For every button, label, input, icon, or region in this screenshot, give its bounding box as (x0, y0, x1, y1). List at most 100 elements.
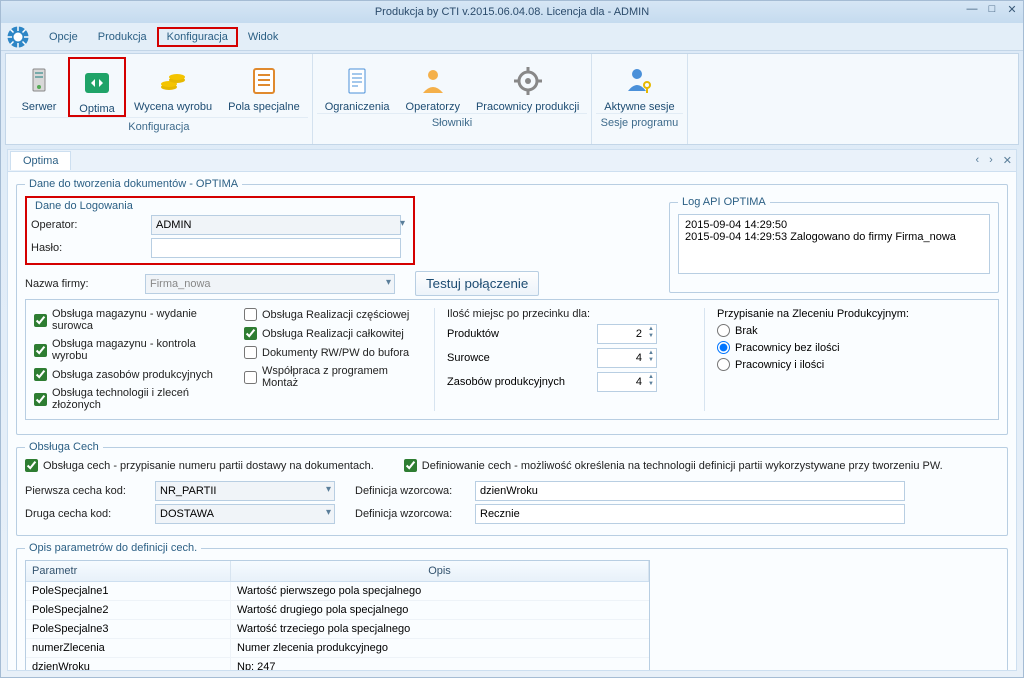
ribbon-pracownicy[interactable]: Pracownicy produkcji (468, 57, 587, 113)
chk-definiowanie-cech[interactable]: Definiowanie cech - możliwość określenia… (404, 459, 943, 472)
chk-magazyn-kontrola[interactable]: Obsługa magazynu - kontrola wyrobu (34, 338, 234, 362)
optima-icon (78, 63, 116, 103)
window-title: Produkcja by CTI v.2015.06.04.08. Licenc… (375, 6, 649, 18)
maximize-icon[interactable]: □ (985, 3, 999, 16)
ribbon-ograniczenia-label: Ograniczenia (325, 101, 390, 113)
app-logo-icon (3, 24, 33, 50)
titlebar: Produkcja by CTI v.2015.06.04.08. Licenc… (1, 1, 1023, 23)
table-header-opis: Opis (231, 561, 649, 581)
assign-header: Przypisanie na Zleceniu Produkcyjnym: (717, 308, 990, 320)
chk-obsluga-cech[interactable]: Obsługa cech - przypisanie numeru partii… (25, 459, 374, 472)
cell-opis: Wartość pierwszego pola specjalnego (231, 582, 649, 600)
menu-produkcja[interactable]: Produkcja (88, 27, 157, 47)
group-opis-parametrow-label: Opis parametrów do definicji cech. (25, 542, 201, 554)
menu-opcje[interactable]: Opcje (39, 27, 88, 47)
produktow-spinner[interactable]: 2 (597, 324, 657, 344)
coins-icon (134, 61, 212, 101)
ribbon-group-sesje-label: Sesje programu (596, 113, 682, 131)
nazwa-firmy-select[interactable] (145, 274, 395, 294)
cell-opis: Wartość trzeciego pola specjalnego (231, 620, 649, 638)
tab-prev-icon[interactable]: ‹ (975, 154, 979, 167)
cell-parametr: PoleSpecjalne1 (26, 582, 231, 600)
zasobow-spinner[interactable]: 4 (597, 372, 657, 392)
ribbon-group-slowniki-label: Słowniki (317, 113, 588, 131)
table-row[interactable]: dzienWrokuNp: 247 (26, 658, 649, 671)
chk-magazyn-wydanie[interactable]: Obsługa magazynu - wydanie surowca (34, 308, 234, 332)
group-opis-parametrow: Opis parametrów do definicji cech. Param… (16, 542, 1008, 671)
ribbon-serwer[interactable]: Serwer (10, 57, 68, 117)
tab-optima[interactable]: Optima (10, 151, 71, 170)
chk-realizacja-calk[interactable]: Obsługa Realizacji całkowitej (244, 327, 424, 340)
chk-zasoby[interactable]: Obsługa zasobów produkcyjnych (34, 368, 234, 381)
zasobow-label: Zasobów produkcyjnych (447, 376, 597, 388)
definicja1-input[interactable] (475, 481, 905, 501)
operator-label: Operator: (31, 219, 151, 231)
druga-cecha-label: Druga cecha kod: (25, 508, 155, 520)
table-row[interactable]: numerZleceniaNumer zlecenia produkcyjneg… (26, 639, 649, 658)
cell-parametr: PoleSpecjalne2 (26, 601, 231, 619)
chk-wspolpraca-montaz[interactable]: Współpraca z programem Montaż (244, 365, 424, 389)
table-row[interactable]: PoleSpecjalne1Wartość pierwszego pola sp… (26, 582, 649, 601)
nazwa-firmy-label: Nazwa firmy: (25, 278, 145, 290)
ribbon-wycena[interactable]: Wycena wyrobu (126, 57, 220, 117)
ribbon-operatorzy[interactable]: Operatorzy (398, 57, 468, 113)
content-area: Dane do tworzenia dokumentów - OPTIMA Da… (7, 171, 1017, 671)
ribbon-pracownicy-label: Pracownicy produkcji (476, 101, 579, 113)
cell-parametr: numerZlecenia (26, 639, 231, 657)
test-connection-button[interactable]: Testuj połączenie (415, 271, 539, 296)
ribbon-ograniczenia[interactable]: Ograniczenia (317, 57, 398, 113)
document-icon (325, 61, 390, 101)
produktow-label: Produktów (447, 328, 597, 340)
operator-select[interactable] (151, 215, 401, 235)
person-key-icon (604, 61, 674, 101)
person-icon (406, 61, 460, 101)
ribbon-aktywne-label: Aktywne sesje (604, 101, 674, 113)
surowce-label: Surowce (447, 352, 597, 364)
surowce-spinner[interactable]: 4 (597, 348, 657, 368)
ribbon-aktywne-sesje[interactable]: Aktywne sesje (596, 57, 682, 113)
group-dane-logowania-label: Dane do Logowania (31, 200, 137, 212)
tabstrip: Optima ‹ › ✕ (7, 149, 1017, 171)
ribbon-pola-label: Pola specjalne (228, 101, 300, 113)
chk-dokumenty-rwpw[interactable]: Dokumenty RW/PW do bufora (244, 346, 424, 359)
table-header-parametr: Parametr (26, 561, 231, 581)
cell-parametr: PoleSpecjalne3 (26, 620, 231, 638)
cell-opis: Np: 247 (231, 658, 649, 671)
ribbon-wycena-label: Wycena wyrobu (134, 101, 212, 113)
group-log-api: Log API OPTIMA 2015-09-04 14:29:50 2015-… (669, 196, 999, 293)
chevron-down-icon[interactable]: ▾ (386, 277, 391, 288)
ribbon-optima-label: Optima (78, 103, 116, 115)
radio-prac-ilosci[interactable]: Pracownicy i ilości (717, 358, 990, 371)
ilosc-header: Ilość miejsc po przecinku dla: (447, 308, 694, 320)
ribbon-group-konfiguracja-label: Konfiguracja (10, 117, 308, 135)
chevron-down-icon[interactable]: ▾ (326, 507, 331, 518)
log-api-text: 2015-09-04 14:29:50 2015-09-04 14:29:53 … (678, 214, 990, 274)
table-row[interactable]: PoleSpecjalne3Wartość trzeciego pola spe… (26, 620, 649, 639)
radio-brak[interactable]: Brak (717, 324, 990, 337)
table-row[interactable]: PoleSpecjalne2Wartość drugiego pola spec… (26, 601, 649, 620)
chevron-down-icon[interactable]: ▾ (326, 484, 331, 495)
menu-konfiguracja[interactable]: Konfiguracja (157, 27, 238, 47)
tab-close-icon[interactable]: ✕ (1003, 154, 1012, 167)
ribbon-pola[interactable]: Pola specjalne (220, 57, 308, 117)
druga-cecha-select[interactable] (155, 504, 335, 524)
tab-next-icon[interactable]: › (989, 154, 993, 167)
group-obsluga-cech-label: Obsługa Cech (25, 441, 103, 453)
haslo-label: Hasło: (31, 242, 151, 254)
menu-widok[interactable]: Widok (238, 27, 289, 47)
close-icon[interactable]: ✕ (1005, 3, 1019, 16)
cell-opis: Numer zlecenia produkcyjnego (231, 639, 649, 657)
haslo-input[interactable] (151, 238, 401, 258)
server-icon (18, 61, 60, 101)
chevron-down-icon[interactable]: ▾ (400, 218, 405, 229)
ribbon-optima[interactable]: Optima (68, 57, 126, 117)
pierwsza-cecha-select[interactable] (155, 481, 335, 501)
definicja2-input[interactable] (475, 504, 905, 524)
chk-realizacja-czesc[interactable]: Obsługa Realizacji częściowej (244, 308, 424, 321)
ribbon: Serwer Optima Wycena wyrobu Pola specjal… (5, 53, 1019, 145)
radio-prac-bez[interactable]: Pracownicy bez ilości (717, 341, 990, 354)
minimize-icon[interactable]: — (965, 3, 979, 16)
group-dane-tworzenia-label: Dane do tworzenia dokumentów - OPTIMA (25, 178, 242, 190)
parametry-table: Parametr Opis PoleSpecjalne1Wartość pier… (25, 560, 650, 671)
chk-technologii[interactable]: Obsługa technologii i zleceń złożonych (34, 387, 234, 411)
